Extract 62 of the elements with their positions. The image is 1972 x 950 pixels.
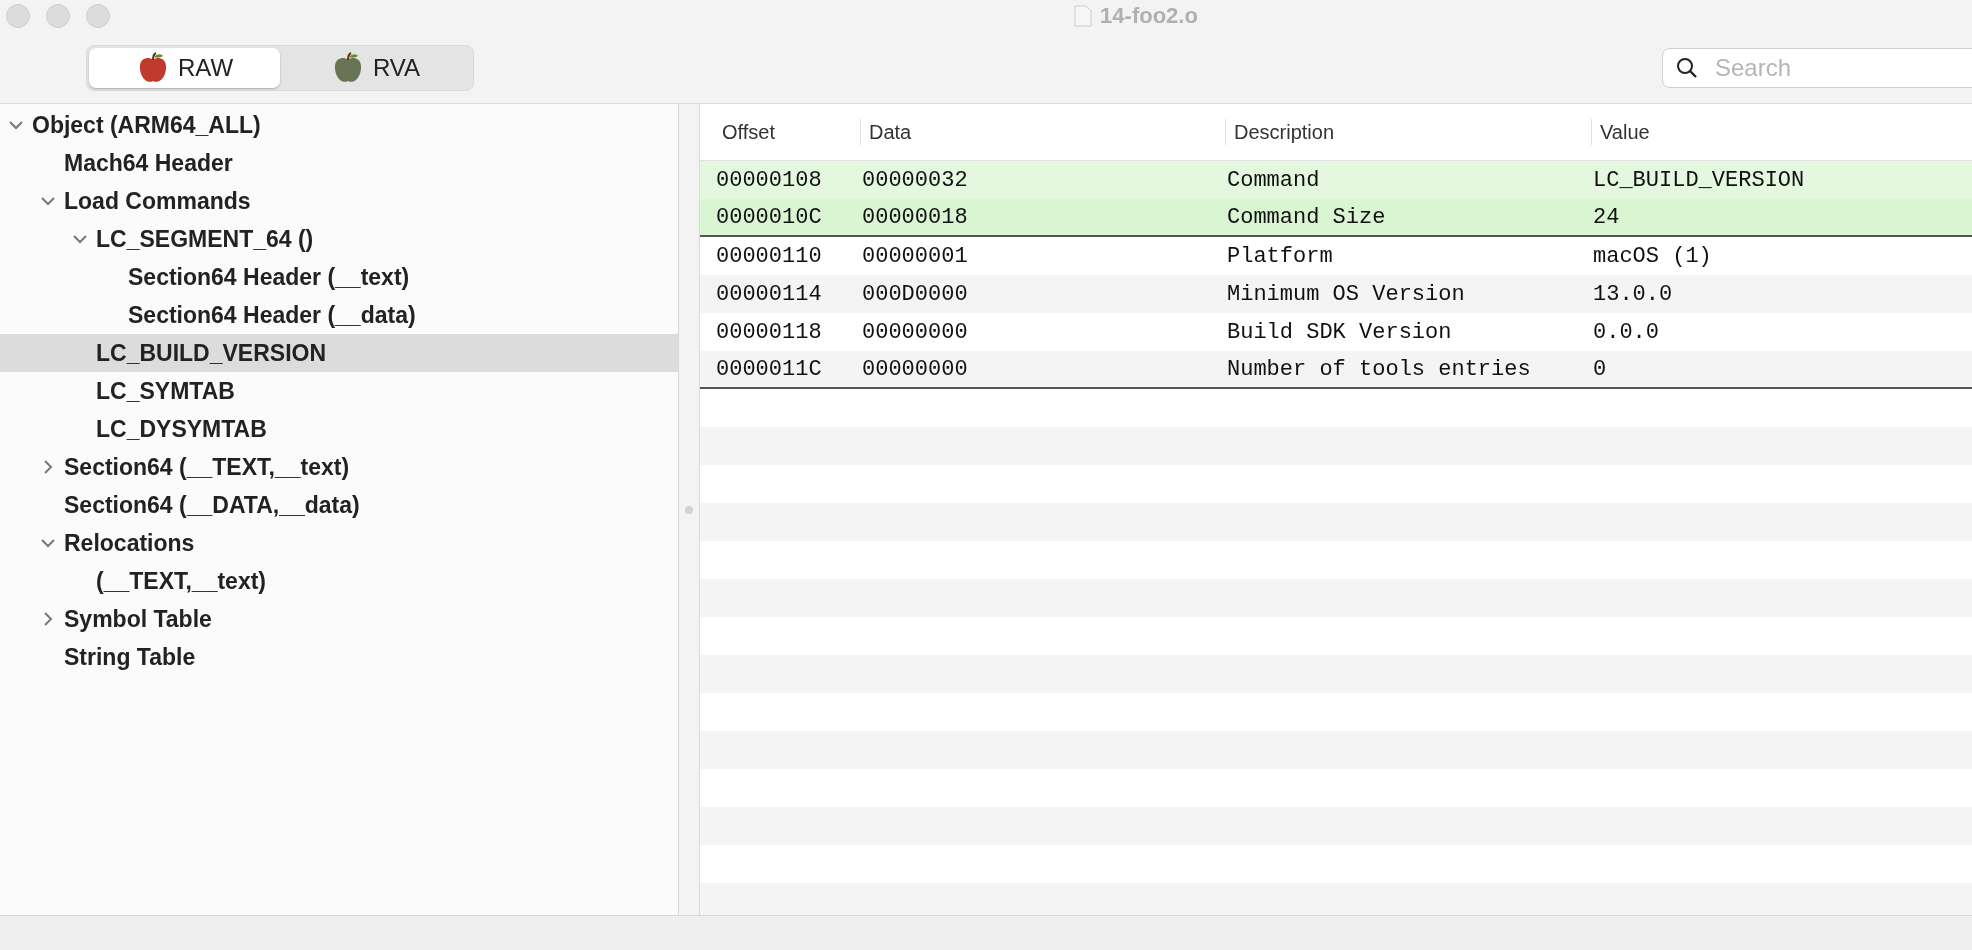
table-cell-text: 00000000 bbox=[862, 319, 969, 345]
search-field[interactable]: Search bbox=[1662, 47, 1972, 88]
window-title: 14-foo2.o bbox=[1100, 3, 1198, 29]
table-cell-text: 0000011C bbox=[716, 356, 823, 382]
table-cell-text: 00000114 bbox=[716, 281, 823, 307]
chevron-right-icon[interactable] bbox=[43, 460, 53, 474]
table-cell-text: Build SDK Version bbox=[1227, 319, 1453, 345]
table-cell-text: 0.0.0 bbox=[1593, 319, 1660, 345]
table-cell-text: 24 bbox=[1593, 204, 1621, 230]
tree-item[interactable]: Section64 Header (__data) bbox=[0, 296, 678, 334]
tree-item[interactable]: String Table bbox=[0, 638, 678, 676]
table-row[interactable]: 00000118 00000000 Build SDK Version 0.0.0 bbox=[700, 313, 1972, 351]
table-row[interactable]: 0000011C 00000000 Number of tools entries 0 bbox=[700, 351, 1972, 389]
table-cell-text: Command Size bbox=[1227, 204, 1387, 230]
table-cell-text: macOS (1) bbox=[1593, 243, 1713, 269]
tree-item[interactable]: Load Commands bbox=[0, 182, 678, 220]
table-cell-text: 00000000 bbox=[862, 356, 969, 382]
chevron-down-icon[interactable] bbox=[41, 196, 55, 206]
table-cell-text: 000D0000 bbox=[862, 281, 969, 307]
column-header[interactable]: Data bbox=[860, 119, 1225, 145]
table-cell-text: Number of tools entries bbox=[1227, 356, 1532, 382]
column-header[interactable]: Description bbox=[1225, 119, 1591, 145]
table-cell-text: 13.0.0 bbox=[1593, 281, 1674, 307]
table-cell-text: Minimum OS Version bbox=[1227, 281, 1466, 307]
chevron-down-icon[interactable] bbox=[41, 538, 55, 548]
chevron-down-icon[interactable] bbox=[9, 120, 23, 130]
tree-item[interactable]: Section64 (__TEXT,__text) bbox=[0, 448, 678, 486]
tree-item[interactable]: LC_BUILD_VERSION bbox=[0, 334, 678, 372]
table-cell-text: Command bbox=[1227, 167, 1321, 193]
chevron-down-icon[interactable] bbox=[73, 234, 87, 244]
chevron-right-icon[interactable] bbox=[43, 612, 53, 626]
tree-item[interactable]: Mach64 Header bbox=[0, 144, 678, 182]
table-cell-text: 00000110 bbox=[716, 243, 823, 269]
table-row[interactable]: 00000108 00000032 Command LC_BUILD_VERSION bbox=[700, 161, 1972, 199]
table-row[interactable]: 0000010C 00000018 Command Size 24 bbox=[700, 199, 1972, 237]
tree-item[interactable]: Relocations bbox=[0, 524, 678, 562]
mode-tab[interactable]: RVA bbox=[280, 47, 471, 88]
column-header[interactable]: Offset bbox=[714, 119, 860, 145]
table-cell-text: Platform bbox=[1227, 243, 1334, 269]
tree-item[interactable]: Section64 (__DATA,__data) bbox=[0, 486, 678, 524]
table-cell-text: 00000108 bbox=[716, 167, 823, 193]
table-cell-text: 00000118 bbox=[716, 319, 823, 345]
search-icon bbox=[1676, 56, 1698, 79]
tree-item[interactable]: Symbol Table bbox=[0, 600, 678, 638]
tree-item[interactable]: Section64 Header (__text) bbox=[0, 258, 678, 296]
table-cell-text: 00000032 bbox=[862, 167, 969, 193]
document-icon bbox=[1074, 5, 1093, 27]
table-cell-text: 00000018 bbox=[862, 204, 969, 230]
table-cell-text: 0000010C bbox=[716, 204, 823, 230]
tree-item[interactable]: LC_SEGMENT_64 () bbox=[0, 220, 678, 258]
tree-item[interactable]: (__TEXT,__text) bbox=[0, 562, 678, 600]
tree-item[interactable]: Object (ARM64_ALL) bbox=[0, 106, 678, 144]
table-cell-text: 00000001 bbox=[862, 243, 969, 269]
column-header[interactable]: Value bbox=[1591, 119, 1972, 145]
table-row[interactable]: 00000114 000D0000 Minimum OS Version 13.0.0 bbox=[700, 275, 1972, 313]
table-row[interactable]: 00000110 00000001 Platform macOS (1) bbox=[700, 237, 1972, 275]
table-cell-text: LC_BUILD_VERSION bbox=[1593, 167, 1806, 193]
mode-tab[interactable]: RAW bbox=[89, 47, 280, 88]
tree-item[interactable]: LC_SYMTAB bbox=[0, 372, 678, 410]
split-handle[interactable] bbox=[685, 505, 693, 514]
tree-item[interactable]: LC_DYSYMTAB bbox=[0, 410, 678, 448]
table-cell-text: 0 bbox=[1593, 356, 1608, 382]
